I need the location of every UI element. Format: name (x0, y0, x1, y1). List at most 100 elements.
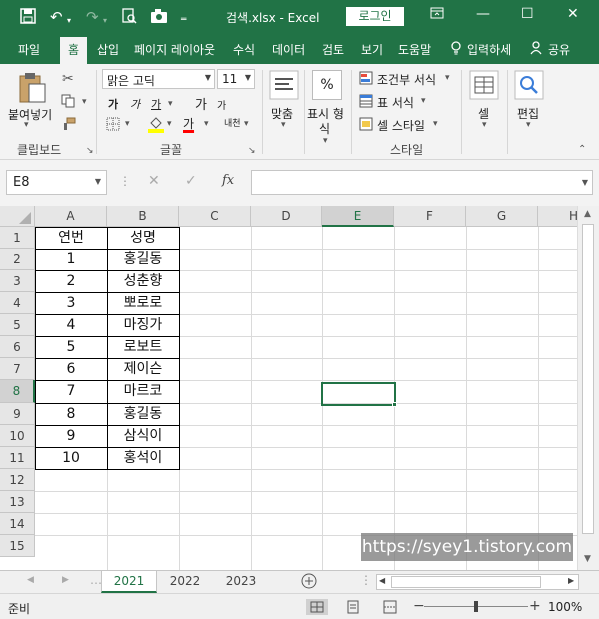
serial-cell[interactable]: 4 (35, 314, 107, 336)
formula-input[interactable]: ▼ (251, 170, 593, 195)
scroll-right-icon[interactable]: ▶ (568, 576, 574, 585)
name-cell[interactable]: 홍길동 (107, 403, 179, 425)
zoom-slider-thumb[interactable] (474, 601, 478, 612)
row-header-1[interactable]: 1 (0, 227, 35, 249)
active-cell-selection[interactable] (321, 382, 396, 406)
name-cell[interactable]: 마르코 (107, 380, 179, 403)
zoom-level[interactable]: 100% (548, 600, 582, 614)
minimize-icon[interactable]: — (476, 6, 490, 22)
normal-view-icon[interactable] (306, 599, 328, 615)
format-table-icon[interactable] (359, 94, 373, 111)
serial-cell[interactable]: 10 (35, 447, 107, 469)
number-format-label-2[interactable]: 식 (319, 120, 330, 137)
sheet-tab-2021[interactable]: 2021 (101, 571, 157, 593)
name-cell[interactable]: 홍길동 (107, 249, 179, 270)
tab-view[interactable]: 보기 (361, 41, 383, 58)
tab-review[interactable]: 검토 (322, 41, 344, 58)
underline-button[interactable]: 가 (151, 96, 161, 112)
zoom-out-icon[interactable]: − (413, 598, 425, 614)
share-icon[interactable] (530, 41, 544, 58)
editing-dropdown-icon[interactable]: ▾ (526, 120, 531, 130)
grow-font-button[interactable]: 가 (195, 94, 207, 113)
font-color-button[interactable]: 가 (183, 115, 194, 132)
row-header-8[interactable]: 8 (0, 380, 35, 403)
format-table-button[interactable]: 표 서식 (377, 94, 414, 111)
new-sheet-icon[interactable] (301, 573, 317, 592)
row-header-11[interactable]: 11 (0, 447, 35, 469)
row-header-6[interactable]: 6 (0, 336, 35, 358)
redo-icon[interactable]: ↷ (86, 8, 99, 26)
insert-function-icon[interactable]: fx (222, 173, 234, 188)
cancel-icon[interactable]: ✕ (148, 173, 160, 189)
row-header-13[interactable]: 13 (0, 491, 35, 513)
page-break-view-icon[interactable] (383, 600, 397, 617)
name-cell[interactable]: 제이슨 (107, 358, 179, 380)
row-header-12[interactable]: 12 (0, 469, 35, 491)
enter-icon[interactable]: ✓ (185, 173, 197, 189)
alignment-dropdown-icon[interactable]: ▾ (281, 120, 286, 130)
font-launcher-icon[interactable]: ↘ (248, 146, 256, 156)
serial-cell[interactable]: 5 (35, 336, 107, 358)
row-header-7[interactable]: 7 (0, 358, 35, 380)
page-layout-view-icon[interactable] (346, 600, 360, 617)
cell-style-icon[interactable] (359, 117, 373, 134)
undo-dropdown-icon[interactable]: ▾ (67, 12, 71, 30)
row-header-4[interactable]: 4 (0, 292, 35, 314)
column-header-b[interactable]: B (107, 206, 179, 227)
paste-dropdown-icon[interactable]: ▾ (24, 120, 29, 130)
tab-data[interactable]: 데이터 (272, 41, 305, 58)
serial-cell[interactable]: 1 (35, 249, 107, 270)
paste-label[interactable]: 붙여넣기 (8, 106, 52, 123)
cell-style-button[interactable]: 셀 스타일 (377, 117, 425, 134)
cells-icon[interactable] (469, 70, 499, 103)
border-icon[interactable] (106, 117, 120, 134)
next-sheet-icon[interactable]: ▶ (62, 575, 69, 585)
select-all-button[interactable] (0, 206, 35, 227)
column-header-a[interactable]: A (35, 206, 107, 227)
shrink-font-button[interactable]: 가 (217, 97, 226, 112)
login-button[interactable]: 로그인 (346, 7, 404, 26)
header-cell[interactable]: 연번 (35, 227, 107, 249)
paste-icon[interactable] (17, 72, 47, 107)
serial-cell[interactable]: 7 (35, 380, 107, 403)
phonetic-button[interactable]: 내천 (224, 116, 241, 129)
column-header-d[interactable]: D (251, 206, 322, 227)
cells-dropdown-icon[interactable]: ▾ (482, 120, 487, 130)
name-cell[interactable]: 마징가 (107, 314, 179, 336)
scroll-down-icon[interactable]: ▼ (584, 554, 591, 564)
conditional-format-button[interactable]: 조건부 서식 (377, 71, 436, 88)
sheet-tab-2022[interactable]: 2022 (157, 571, 213, 593)
fill-handle[interactable] (392, 402, 397, 407)
name-cell[interactable]: 뽀로로 (107, 292, 179, 314)
cut-icon[interactable]: ✂ (62, 71, 74, 87)
alignment-icon[interactable] (269, 70, 299, 103)
editing-icon[interactable] (514, 70, 544, 103)
underline-dropdown-icon[interactable]: ▾ (168, 99, 173, 109)
tab-file[interactable]: 파일 (18, 41, 40, 58)
customize-qat-icon[interactable]: ═ (181, 11, 186, 29)
column-header-c[interactable]: C (179, 206, 251, 227)
clipboard-launcher-icon[interactable]: ↘ (86, 146, 94, 156)
vertical-scroll-thumb[interactable] (582, 224, 594, 534)
row-header-14[interactable]: 14 (0, 513, 35, 535)
column-header-g[interactable]: G (466, 206, 538, 227)
redo-dropdown-icon[interactable]: ▾ (103, 12, 107, 30)
format-painter-icon[interactable] (62, 117, 76, 134)
tab-home[interactable]: 홈 (60, 37, 88, 64)
tab-formulas[interactable]: 수식 (233, 41, 255, 58)
scroll-left-icon[interactable]: ◀ (379, 576, 385, 585)
phonetic-dropdown-icon[interactable]: ▾ (244, 119, 249, 129)
font-color-dropdown-icon[interactable]: ▾ (204, 119, 209, 129)
worksheet-grid[interactable]: ABCDEFGH 1 2 3 4 5 6 7 8 9 10 11 12 13 14 15 연번 성명 1 홍길동 2… (0, 206, 577, 570)
row-header-15[interactable]: 15 (0, 535, 35, 557)
serial-cell[interactable]: 6 (35, 358, 107, 380)
maximize-icon[interactable]: ☐ (521, 6, 534, 22)
close-icon[interactable]: ✕ (567, 6, 579, 22)
share-button[interactable]: 공유 (548, 41, 570, 58)
italic-button[interactable]: 가 (130, 96, 140, 112)
horizontal-scrollbar[interactable]: ◀ ▶ (376, 574, 579, 590)
serial-cell[interactable]: 8 (35, 403, 107, 425)
name-cell[interactable]: 삼식이 (107, 425, 179, 447)
print-preview-icon[interactable] (121, 8, 137, 28)
prev-sheet-icon[interactable]: ◀ (27, 575, 34, 585)
